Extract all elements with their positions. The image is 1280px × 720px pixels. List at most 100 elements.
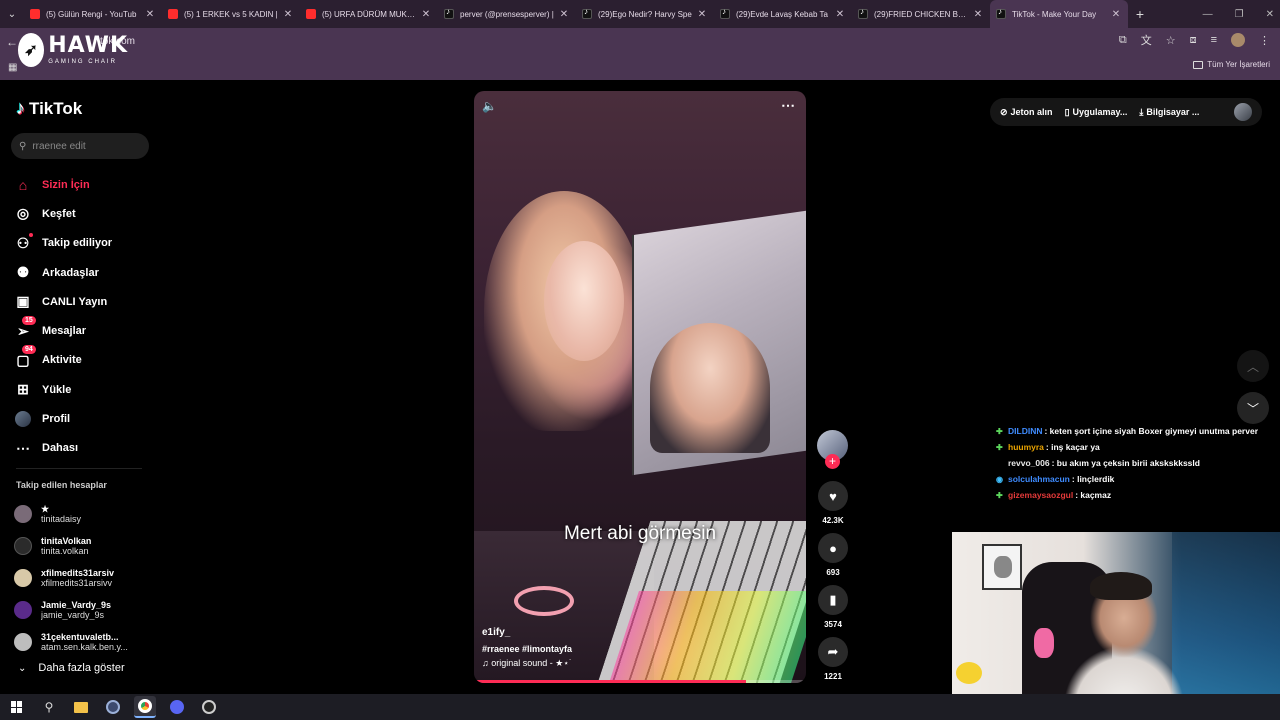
music-icon: ♫ [482,658,492,668]
menu-icon[interactable]: ⋮ [1259,34,1270,47]
search-icon[interactable]: ⚲ [19,141,26,152]
close-tab-icon[interactable]: ✕ [144,9,156,20]
heart-icon: ♥ [818,481,848,511]
previous-video-button[interactable]: ︿ [1237,350,1269,382]
coin-icon: ⊘ [1000,106,1008,117]
nav-explore[interactable]: ◎ Keşfet [14,199,154,228]
nav-more[interactable]: ⋯ Dahası [14,434,154,463]
get-app-button[interactable]: ▯ Uygulamay... [1065,107,1128,118]
all-bookmarks[interactable]: Tüm Yer İşaretleri [1193,60,1270,69]
close-tab-icon[interactable]: ✕ [696,9,708,20]
restore-icon[interactable]: ❐ [1235,9,1244,20]
address-bar: ← [0,28,1280,56]
user-avatar[interactable] [1234,103,1252,121]
minimize-icon[interactable]: — [1203,9,1213,20]
discord-icon[interactable] [166,696,188,718]
chrome-icon[interactable] [134,696,156,718]
notification-dot [29,233,33,238]
media-icon[interactable]: ≡ [1211,34,1217,46]
activity-icon: ▢ 94 [14,345,36,369]
following-account[interactable]: tinitaVolkan tinita.volkan [14,530,154,562]
nav-profile[interactable]: Profil [14,404,154,433]
follow-plus-icon[interactable]: + [825,454,840,469]
more-options-icon[interactable]: ⋯ [781,97,796,114]
window-controls: — ❐ ✕ [1203,0,1274,28]
nav-following[interactable]: ⚇ Takip ediliyor [14,229,154,258]
app-icon[interactable] [102,696,124,718]
close-window-icon[interactable]: ✕ [1266,9,1274,20]
webcam-scene-hair [1090,572,1152,600]
friends-icon: ⚉ [16,264,30,281]
video-progress-bar[interactable] [474,680,806,683]
share-button[interactable]: ➦ 1221 [818,637,848,681]
apps-grid-icon[interactable]: ▦ [8,62,17,73]
youtube-icon [306,9,316,19]
comment-button[interactable]: ● 693 [818,533,848,577]
nav-live[interactable]: ▣ CANLI Yayın [14,287,154,316]
browser-tab[interactable]: perver (@prensesperver) |✕ [438,0,576,28]
save-button[interactable]: ▮ 3574 [818,585,848,629]
obs-icon[interactable] [198,696,220,718]
webcam-scene-glow [1172,532,1280,716]
next-video-button[interactable]: ﹀ [1237,392,1269,424]
close-tab-icon[interactable]: ✕ [1110,9,1122,20]
see-more-button[interactable]: ⌄ Daha fazla göster [18,662,125,674]
close-tab-icon[interactable]: ✕ [282,9,294,20]
video-hashtags[interactable]: #rraenee #limontayfa [482,644,572,654]
youtube-icon [168,9,178,19]
browser-tab[interactable]: (29)FRIED CHICKEN BUN✕ [852,0,990,28]
video-sound[interactable]: ♫ original sound - ★⋆˙ [482,658,572,669]
following-account[interactable]: ★ tinitadaisy [14,498,154,530]
windows-start-icon[interactable] [6,696,28,718]
nav-activity[interactable]: ▢ 94 Aktivite [14,345,154,375]
video-author[interactable]: e1ify_ [482,627,510,638]
browser-tab[interactable]: (5) URFA DÜRÜM MUKBA ✕ [300,0,438,28]
nav-for-you[interactable]: ⌂ Sizin İçin [14,170,154,199]
browser-tab[interactable]: (29)Evde Lavaş Kebab Ta✕ [714,0,852,28]
extensions-icon[interactable]: ⧈ [1190,34,1197,47]
following-accounts-title: Takip edilen hesaplar [16,480,107,490]
close-tab-icon[interactable]: ✕ [420,9,432,20]
tab-search-icon[interactable]: ⌄ [0,0,24,28]
browser-tab-active[interactable]: TikTok - Make Your Day✕ [990,0,1128,28]
file-explorer-icon[interactable] [70,696,92,718]
browser-tab[interactable]: (5) 1 ERKEK vs 5 KADIN | ✕ [162,0,300,28]
browser-profile-avatar[interactable] [1231,33,1245,47]
following-account[interactable]: 31çekentuvaletb... atam.sen.kalk.ben.y... [14,626,154,658]
search-box[interactable]: ⚲ [11,133,149,159]
tiktok-logo[interactable]: ♪ TikTok [16,98,82,119]
close-tab-icon[interactable]: ✕ [972,9,984,20]
search-icon[interactable]: ⚲ [38,696,60,718]
browser-tab[interactable]: (29)Ego Nedir? Harvy Spe✕ [576,0,714,28]
nav-messages[interactable]: ➢ 15 Mesajlar [14,316,154,345]
browser-tab[interactable]: (5) Gülün Rengi - YouTub ✕ [24,0,162,28]
following-account[interactable]: xfilmedits31arsiv xfilmedits31arsivv [14,562,154,594]
get-coins-button[interactable]: ⊘ Jeton alın [1000,107,1053,118]
chat-message: ✚ gizemaysaozgul: kaçmaz [996,490,1112,500]
account-avatar [14,569,32,587]
translate-icon[interactable]: 文 [1141,32,1152,48]
following-icon: ⚇ [14,233,33,252]
close-tab-icon[interactable]: ✕ [558,9,570,20]
video-scene-face [544,241,624,361]
cast-icon[interactable]: ⧉ [1119,34,1127,47]
tab-strip: ⌄ (5) Gülün Rengi - YouTub ✕ (5) 1 ERKEK … [0,0,1280,28]
nav-friends[interactable]: ⚉ Arkadaşlar [14,258,154,287]
following-account[interactable]: Jamie_Vardy_9s jamie_vardy_9s [14,594,154,626]
messages-badge: 15 [22,316,36,326]
hawk-bird-icon: ➶ [18,33,45,67]
close-tab-icon[interactable]: ✕ [834,9,846,20]
search-input[interactable] [32,140,133,152]
divider [16,468,142,469]
desktop-app-button[interactable]: ⤓ Bilgisayar ... [1139,107,1199,118]
chevron-up-icon: ︿ [1246,359,1259,374]
nav-upload[interactable]: ⊞ Yükle [14,375,154,404]
star-icon[interactable]: ☆ [1166,34,1176,47]
phone-icon: ▯ [1064,106,1070,117]
volume-icon[interactable]: 🔈 [482,99,497,113]
video-player[interactable]: 🔈 ⋯ Mert abi görmesin e1ify_ #rraenee #l… [474,91,806,683]
toolbar-icons: ⧉ 文 ☆ ⧈ ≡ ⋮ [1119,32,1270,48]
like-button[interactable]: ♥ 42.3K [818,481,848,525]
following-list: ★ tinitadaisy tinitaVolkan tinita.volkan x… [14,498,154,658]
new-tab-icon[interactable]: + [1128,6,1152,22]
